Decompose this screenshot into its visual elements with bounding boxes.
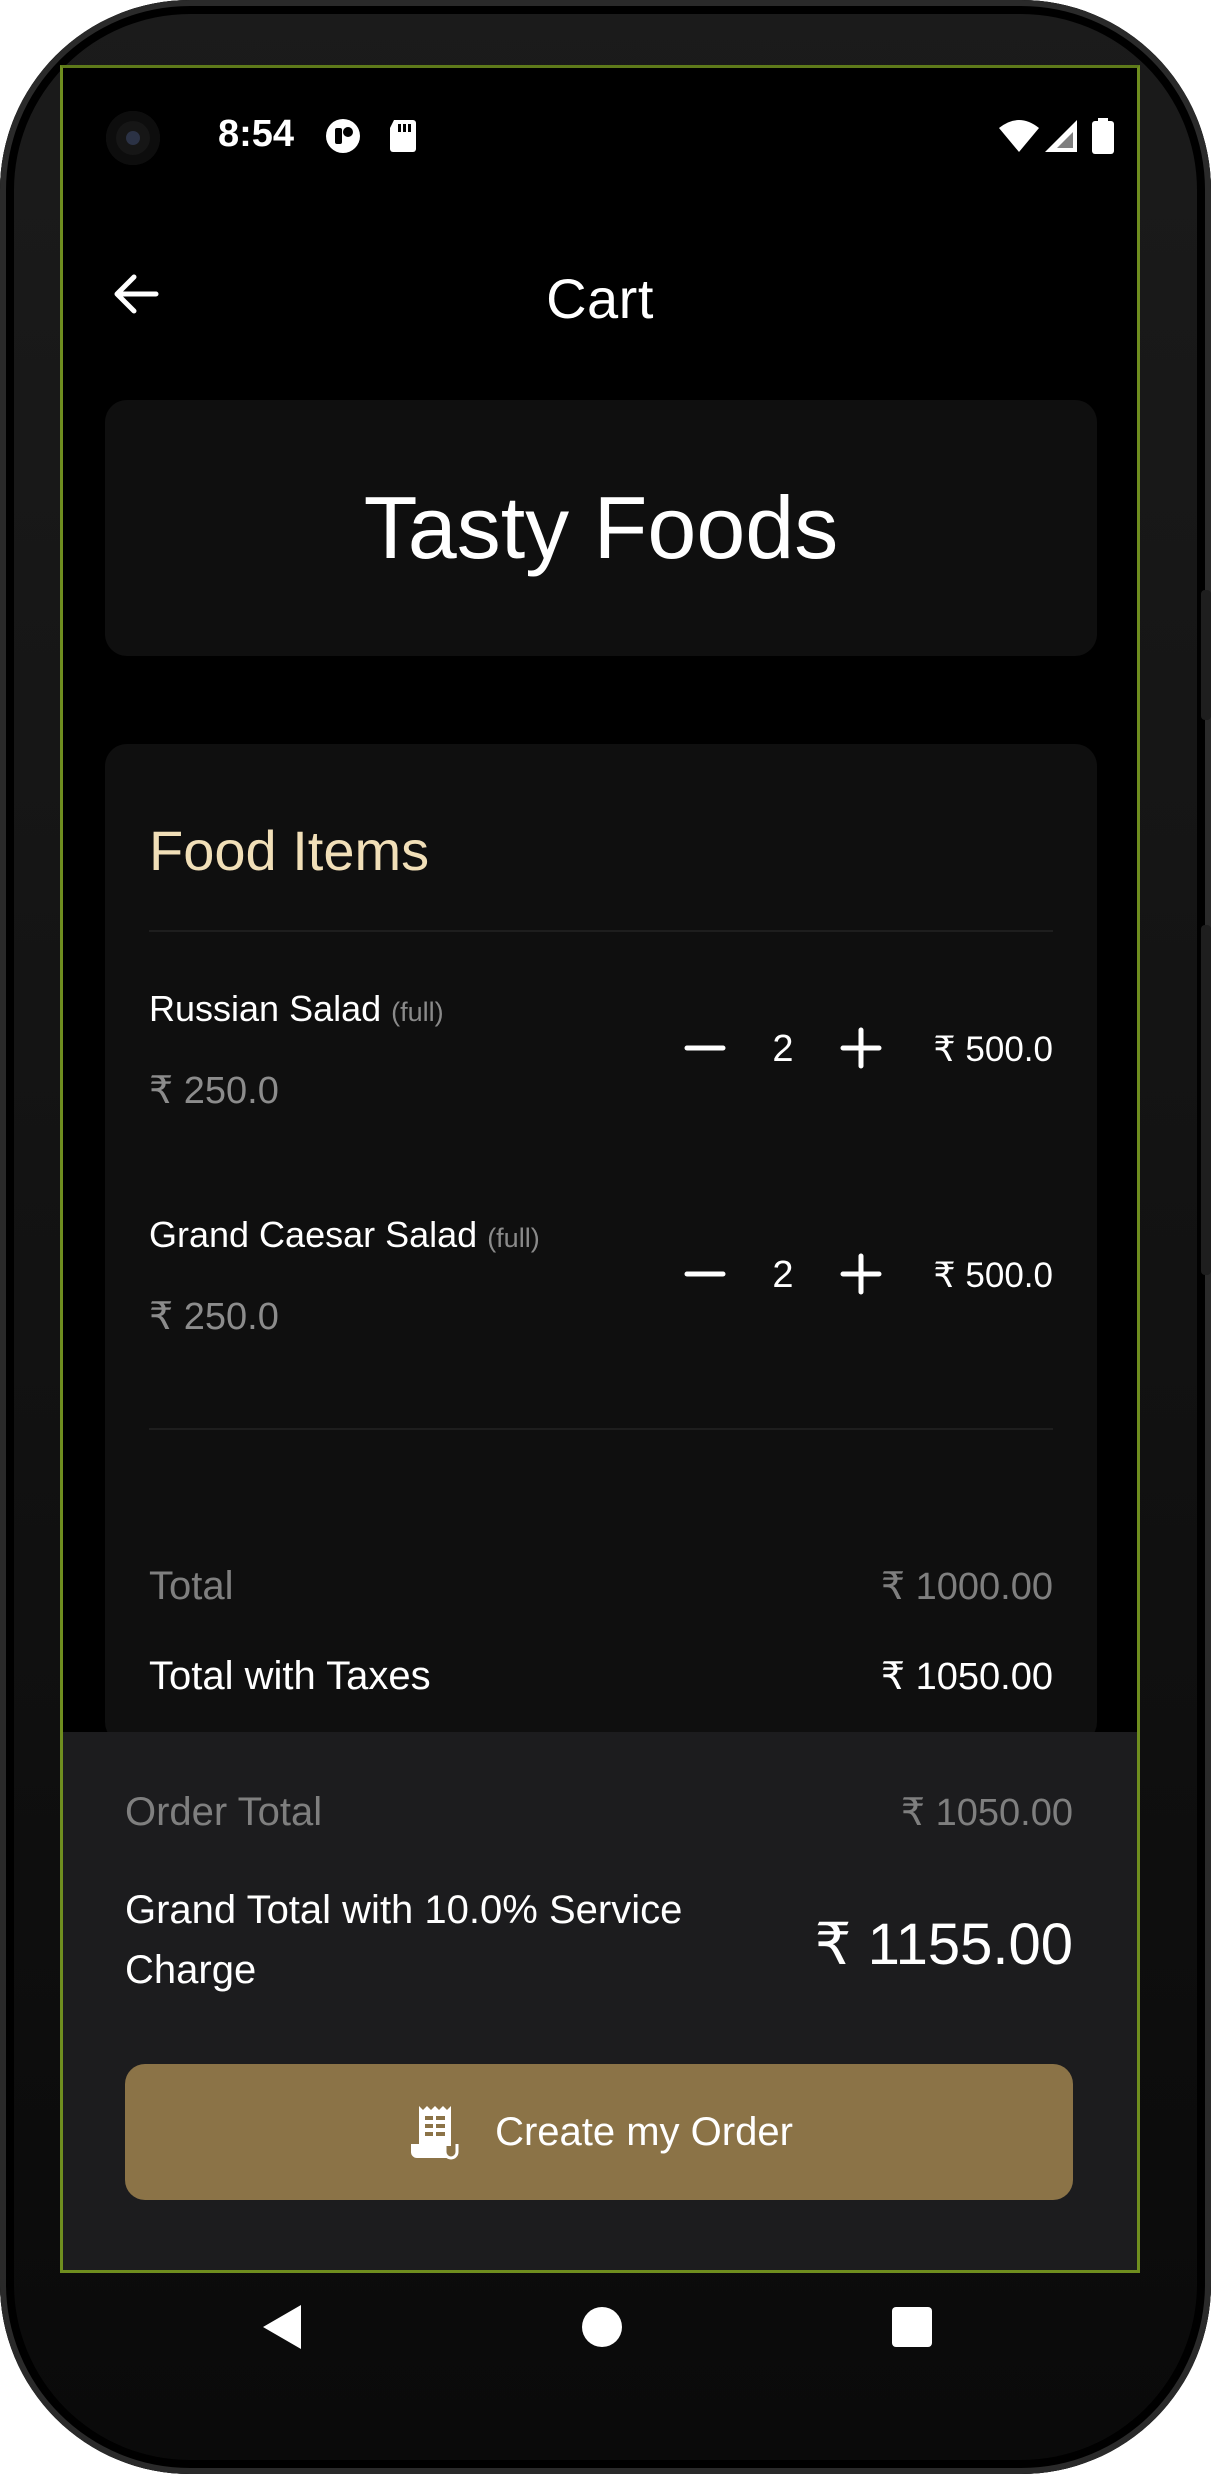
wifi-icon xyxy=(999,120,1039,152)
nav-back-icon[interactable] xyxy=(263,2305,301,2349)
total-row: Total ₹ 1000.00 xyxy=(149,1564,1053,1624)
app-bar: Cart xyxy=(63,238,1137,348)
item-unit-price: ₹ 250.0 xyxy=(149,1070,279,1112)
total-with-taxes-value: ₹ 1050.00 xyxy=(880,1656,1053,1698)
status-time: 8:54 xyxy=(218,113,295,155)
item-line-total: ₹ 500.0 xyxy=(933,1030,1053,1069)
receipt-icon xyxy=(411,2106,459,2160)
status-bar: 8:54 xyxy=(63,68,1137,203)
total-value: ₹ 1000.00 xyxy=(880,1566,1053,1608)
item-quantity: 2 xyxy=(772,1254,794,1296)
increase-quantity-button[interactable] xyxy=(833,1246,889,1302)
order-total-row: Order Total ₹ 1050.00 xyxy=(125,1790,1073,1850)
item-quantity: 2 xyxy=(772,1028,794,1070)
item-unit-price: ₹ 250.0 xyxy=(149,1296,279,1338)
app-notification-icon xyxy=(326,119,360,153)
order-total-label: Order Total xyxy=(125,1790,323,1834)
sd-card-icon xyxy=(390,120,416,152)
page-title: Cart xyxy=(546,267,654,330)
item-name: Grand Caesar Salad xyxy=(149,1214,478,1255)
grand-total-row: Grand Total with 10.0% Service Charge ₹ … xyxy=(125,1880,1073,2010)
total-with-taxes-label: Total with Taxes xyxy=(149,1654,431,1698)
signal-icon xyxy=(1045,120,1077,152)
grand-total-value: ₹ 1155.00 xyxy=(814,1912,1073,1977)
item-variant: (full) xyxy=(391,997,444,1027)
minus-icon xyxy=(684,1045,726,1051)
phone-frame: 8:54 Cart Tasty Foods Food Items Russian… xyxy=(0,0,1211,2474)
screen: 8:54 Cart Tasty Foods Food Items Russian… xyxy=(60,65,1140,2273)
divider xyxy=(149,1428,1053,1430)
plus-icon xyxy=(840,1253,882,1295)
battery-icon xyxy=(1092,118,1114,154)
nav-recents-icon[interactable] xyxy=(892,2307,932,2347)
total-with-taxes-row: Total with Taxes ₹ 1050.00 xyxy=(149,1654,1053,1714)
order-summary-footer: Order Total ₹ 1050.00 Grand Total with 1… xyxy=(63,1732,1137,2270)
create-order-label: Create my Order xyxy=(495,2109,793,2154)
item-name-row: Grand Caesar Salad (full) xyxy=(149,1214,540,1256)
cart-item: Russian Salad (full) ₹ 250.0 2 ₹ 500.0 xyxy=(149,980,1053,1140)
cart-item: Grand Caesar Salad (full) ₹ 250.0 2 ₹ 500… xyxy=(149,1206,1053,1366)
item-variant: (full) xyxy=(487,1223,540,1253)
grand-total-label: Grand Total with 10.0% Service Charge xyxy=(125,1888,683,1992)
item-name-row: Russian Salad (full) xyxy=(149,988,444,1030)
volume-button xyxy=(1201,590,1211,720)
nav-home-icon[interactable] xyxy=(582,2307,622,2347)
decrease-quantity-button[interactable] xyxy=(677,1020,733,1076)
restaurant-name: Tasty Foods xyxy=(363,478,839,577)
plus-icon xyxy=(840,1027,882,1069)
decrease-quantity-button[interactable] xyxy=(677,1246,733,1302)
create-order-button[interactable]: Create my Order xyxy=(125,2064,1073,2200)
item-name: Russian Salad xyxy=(149,988,382,1029)
order-total-value: ₹ 1050.00 xyxy=(900,1792,1073,1834)
power-button xyxy=(1201,925,1211,1275)
food-items-card: Food Items Russian Salad (full) ₹ 250.0 2 xyxy=(105,744,1097,1744)
increase-quantity-button[interactable] xyxy=(833,1020,889,1076)
divider xyxy=(149,930,1053,932)
restaurant-card: Tasty Foods xyxy=(105,400,1097,656)
item-line-total: ₹ 500.0 xyxy=(933,1256,1053,1295)
camera-hole xyxy=(106,111,160,165)
minus-icon xyxy=(684,1271,726,1277)
system-nav-bar xyxy=(60,2273,1140,2403)
section-title: Food Items xyxy=(149,819,430,882)
total-label: Total xyxy=(149,1564,234,1608)
